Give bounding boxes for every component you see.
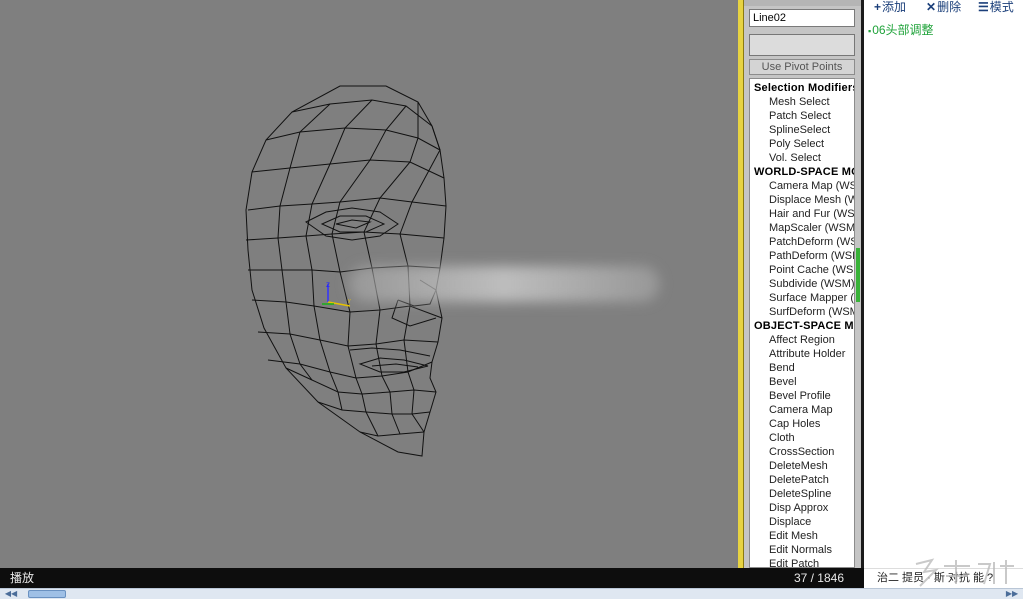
gizmo-z-label: z [326,280,330,289]
use-pivot-points-checkbox[interactable]: Use Pivot Points [749,59,855,75]
modifier-list-item[interactable]: Affect Region [750,333,854,347]
modifier-list-item[interactable]: Bevel Profile [750,389,854,403]
chapter-item-label: 06头部调整 [872,23,934,37]
close-icon: ✕ [926,0,937,14]
modifier-list-item[interactable]: Patch Select [750,109,854,123]
modifier-list-item[interactable]: Disp Approx [750,501,854,515]
modifier-list[interactable]: Selection Modifiers Mesh Select Patch Sele… [749,78,855,568]
modifier-group-header: Selection Modifiers [754,82,854,94]
svg-text:ʸ: ʸ [347,297,351,306]
chapter-toolbar: +添加 ✕删除 ☰模式 [864,0,1023,16]
modifier-list-item[interactable]: CrossSection [750,445,854,459]
modifier-list-item[interactable]: SplineSelect [750,123,854,137]
modifier-list-item[interactable]: Camera Map [750,403,854,417]
mode-button[interactable]: ☰模式 [978,0,1014,14]
modifier-list-item[interactable]: Cap Holes [750,417,854,431]
modifier-list-item[interactable]: Edit Mesh [750,529,854,543]
site-logo-watermark [915,558,1014,587]
modifier-group-header: WORLD-SPACE MODIFIERS [754,166,854,178]
object-name-field[interactable]: Line02 [749,9,855,27]
modifier-list-item[interactable]: DeleteSpline [750,487,854,501]
modifier-list-item[interactable]: PathDeform (WSM) [750,249,854,263]
delete-button[interactable]: ✕删除 [926,0,961,14]
modifier-group-header: OBJECT-SPACE MODIFIERS [754,320,854,332]
page-counter: 37 / 1846 [793,571,844,585]
modifier-list-item[interactable]: Camera Map (WSM) [750,179,854,193]
add-label: 添加 [882,0,907,14]
modifier-list-item[interactable]: DeletePatch [750,473,854,487]
viewport-perspective[interactable]: z ʸ [0,0,738,568]
bullet-icon: ▪ [868,26,872,36]
modifier-list-item[interactable]: Bend [750,361,854,375]
modifier-list-item[interactable]: Cloth [750,431,854,445]
modifier-list-item[interactable]: Displace Mesh (WSM) [750,193,854,207]
modifier-list-item[interactable]: Subdivide (WSM) [750,277,854,291]
modifier-list-item[interactable]: Point Cache (WSM) [750,263,854,277]
modifier-list-dropdown[interactable] [749,34,855,56]
transform-gizmo[interactable]: z ʸ [322,280,351,307]
mode-label: 模式 [989,0,1014,14]
modifier-list-item[interactable]: SurfDeform (WSM) [750,305,854,319]
command-panel: Line02 Use Pivot Points Selection Modifi… [744,0,861,568]
panel-scroll-indicator[interactable] [856,248,860,302]
modifier-list-item[interactable]: Hair and Fur (WSM) [750,207,854,221]
scroll-left-icon[interactable]: ◀◀ [4,589,18,599]
modifier-list-item[interactable]: Poly Select [750,137,854,151]
modifier-list-item[interactable]: Mesh Select [750,95,854,109]
horizontal-scrollbar[interactable]: ◀◀ ▶▶ [0,588,1023,599]
modifier-list-item[interactable]: Edit Normals [750,543,854,557]
modifier-list-item[interactable]: Attribute Holder [750,347,854,361]
modifier-list-item[interactable]: Vol. Select [750,151,854,165]
scroll-thumb[interactable] [28,590,66,598]
delete-label: 删除 [937,0,962,14]
menu-icon: ☰ [978,0,989,14]
modifier-list-item[interactable]: Surface Mapper (WSM) [750,291,854,305]
play-button[interactable]: 播放 [10,568,34,588]
modifier-list-item[interactable]: Displace [750,515,854,529]
chapter-panel: +添加 ✕删除 ☰模式 ▪06头部调整 [864,0,1023,568]
modifier-list-item[interactable]: Edit Patch [750,557,854,567]
modifier-list-item[interactable]: Bevel [750,375,854,389]
chapter-item[interactable]: ▪06头部调整 [868,21,934,38]
add-button[interactable]: +添加 [874,0,906,14]
modifier-list-item[interactable]: MapScaler (WSM) [750,221,854,235]
playback-status-bar: 播放 37 / 1846 [0,568,864,588]
modifier-list-item[interactable]: PatchDeform (WSM) [750,235,854,249]
scroll-right-icon[interactable]: ▶▶ [1005,589,1019,599]
modifier-list-item[interactable]: DeleteMesh [750,459,854,473]
blurred-watermark [348,266,660,302]
command-panel-tabs[interactable] [744,0,861,6]
plus-icon: + [874,0,882,14]
